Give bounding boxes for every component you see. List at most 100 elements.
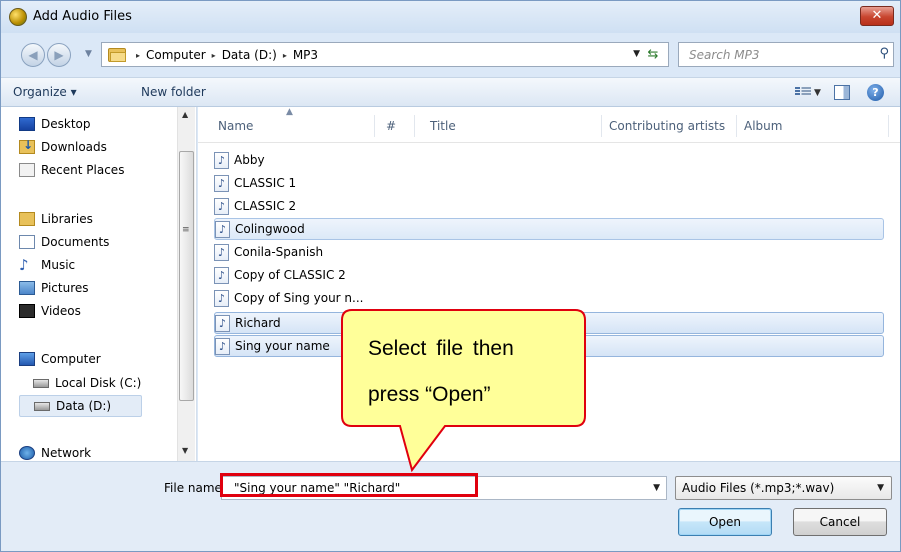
videos-icon	[19, 304, 35, 318]
breadcrumb-mp3[interactable]: MP3	[293, 48, 318, 62]
nav-item-documents[interactable]: Documents	[19, 231, 109, 253]
audio-file-icon: ♪	[214, 174, 229, 192]
nav-item-label: Data (D:)	[56, 399, 112, 413]
audio-file-icon: ♪	[215, 337, 230, 355]
nav-item-desktop[interactable]: Desktop	[19, 113, 91, 135]
file-name: Abby	[234, 153, 265, 167]
organize-button[interactable]: Organize ▾	[13, 85, 77, 99]
command-toolbar: Organize ▾ New folder ▼ ?	[1, 77, 900, 107]
audio-file-icon: ♪	[215, 220, 230, 238]
recent-locations-dropdown-icon[interactable]: ▼	[85, 49, 92, 59]
nav-item-network[interactable]: Network	[19, 442, 91, 461]
change-view-icon[interactable]	[795, 86, 811, 99]
add-audio-files-dialog: Add Audio Files ✕ ◀ ▶ ▼ ▸ Computer ▸ Dat…	[0, 0, 901, 552]
search-input[interactable]: Search MP3 ⚲	[678, 42, 894, 67]
file-row-selected[interactable]: ♪ Richard	[214, 312, 884, 334]
breadcrumb-separator-icon: ▸	[211, 50, 216, 60]
audio-file-icon: ♪	[214, 266, 229, 284]
address-bar[interactable]: ▸ Computer ▸ Data (D:) ▸ MP3 ▼ ⇆	[101, 42, 669, 67]
pictures-icon	[19, 281, 35, 295]
window-title: Add Audio Files	[33, 9, 132, 24]
file-type-dropdown-icon[interactable]: ▼	[877, 483, 884, 493]
nav-item-music[interactable]: ♪ Music	[19, 254, 75, 276]
recent-places-icon	[19, 163, 35, 177]
back-button[interactable]: ◀	[21, 43, 45, 67]
file-row[interactable]: ♪ Copy of Sing your n...	[214, 287, 884, 309]
nav-item-label: Desktop	[41, 117, 91, 131]
column-number[interactable]: #	[386, 119, 396, 133]
refresh-icon[interactable]: ⇆	[644, 46, 662, 64]
breadcrumb-computer[interactable]: Computer	[146, 48, 206, 62]
libraries-icon	[19, 212, 35, 226]
scrollbar-thumb[interactable]	[179, 151, 194, 401]
file-row[interactable]: ♪ Colingwood	[214, 218, 884, 240]
nav-item-libraries[interactable]: Libraries	[19, 208, 93, 230]
nav-item-computer[interactable]: Computer	[19, 348, 101, 370]
nav-item-label: Music	[41, 258, 76, 272]
nav-item-label: Recent Places	[41, 163, 125, 177]
nav-item-downloads[interactable]: Downloads	[19, 136, 107, 158]
scroll-down-icon[interactable]: ▼	[182, 446, 188, 455]
breadcrumb-separator-icon: ▸	[282, 50, 287, 60]
breadcrumb: ▸ Computer ▸ Data (D:) ▸ MP3	[136, 48, 318, 62]
open-button[interactable]: Open	[678, 508, 772, 536]
downloads-icon	[19, 138, 35, 154]
file-name: Copy of CLASSIC 2	[234, 268, 346, 282]
nav-item-pictures[interactable]: Pictures	[19, 277, 89, 299]
column-divider[interactable]	[601, 115, 602, 137]
music-icon: ♪	[19, 256, 29, 274]
audio-file-icon: ♪	[214, 243, 229, 261]
column-divider[interactable]	[374, 115, 375, 137]
breadcrumb-data-drive[interactable]: Data (D:)	[222, 48, 277, 62]
file-type-value: Audio Files (*.mp3;*.wav)	[682, 481, 835, 495]
audio-file-icon: ♪	[214, 289, 229, 307]
nav-item-label: Computer	[41, 352, 101, 366]
column-divider[interactable]	[414, 115, 415, 137]
cancel-button[interactable]: Cancel	[793, 508, 887, 536]
file-row[interactable]: ♪ Copy of CLASSIC 2	[214, 264, 884, 286]
file-row[interactable]: ♪ CLASSIC 2	[214, 195, 884, 217]
nav-item-recent-places[interactable]: Recent Places	[19, 159, 124, 181]
nav-item-label: Downloads	[41, 140, 107, 154]
file-name-label: File name:	[164, 481, 226, 495]
column-album[interactable]: Album	[744, 119, 782, 133]
column-title[interactable]: Title	[430, 119, 456, 133]
nav-item-label: Network	[41, 446, 92, 460]
view-options-dropdown-icon[interactable]: ▼	[814, 88, 821, 98]
forward-button[interactable]: ▶	[47, 43, 71, 67]
file-name-dropdown-icon[interactable]: ▼	[653, 483, 660, 493]
folder-icon	[108, 46, 126, 62]
column-contributing-artists[interactable]: Contributing artists	[609, 119, 725, 133]
file-row[interactable]: ♪ Abby	[214, 149, 884, 171]
nav-item-videos[interactable]: Videos	[19, 300, 81, 322]
file-row-selected[interactable]: ♪ Sing your name	[214, 335, 884, 357]
new-folder-button[interactable]: New folder	[141, 85, 206, 99]
nav-item-data-d[interactable]: Data (D:)	[19, 395, 143, 417]
file-type-select[interactable]: Audio Files (*.mp3;*.wav) ▼	[675, 476, 892, 500]
network-icon	[19, 446, 35, 460]
nav-scrollbar[interactable]: ▲ ≡ ▼	[177, 107, 195, 461]
nav-item-local-disk-c[interactable]: Local Disk (C:)	[33, 372, 141, 394]
column-name[interactable]: Name	[218, 119, 253, 133]
title-bar: Add Audio Files ✕	[1, 1, 900, 33]
nav-item-label: Pictures	[41, 281, 89, 295]
nav-item-label: Videos	[41, 304, 81, 318]
breadcrumb-separator-icon: ▸	[136, 50, 141, 60]
file-name: Sing your name	[235, 339, 330, 353]
preview-pane-icon[interactable]	[834, 85, 850, 100]
address-dropdown-icon[interactable]: ▼	[633, 49, 640, 59]
scroll-up-icon[interactable]: ▲	[182, 110, 188, 119]
file-row[interactable]: ♪ Conila-Spanish	[214, 241, 884, 263]
audio-file-icon: ♪	[215, 314, 230, 332]
nav-item-label: Local Disk (C:)	[55, 376, 142, 390]
search-icon[interactable]: ⚲	[879, 46, 889, 61]
column-divider[interactable]	[736, 115, 737, 137]
help-icon[interactable]: ?	[867, 84, 884, 101]
disk-icon	[34, 401, 50, 411]
column-divider[interactable]	[888, 115, 889, 137]
desktop-icon	[19, 117, 35, 131]
file-name: CLASSIC 2	[234, 199, 297, 213]
file-row[interactable]: ♪ CLASSIC 1	[214, 172, 884, 194]
file-name-highlight	[220, 473, 478, 497]
close-button[interactable]: ✕	[860, 6, 894, 26]
